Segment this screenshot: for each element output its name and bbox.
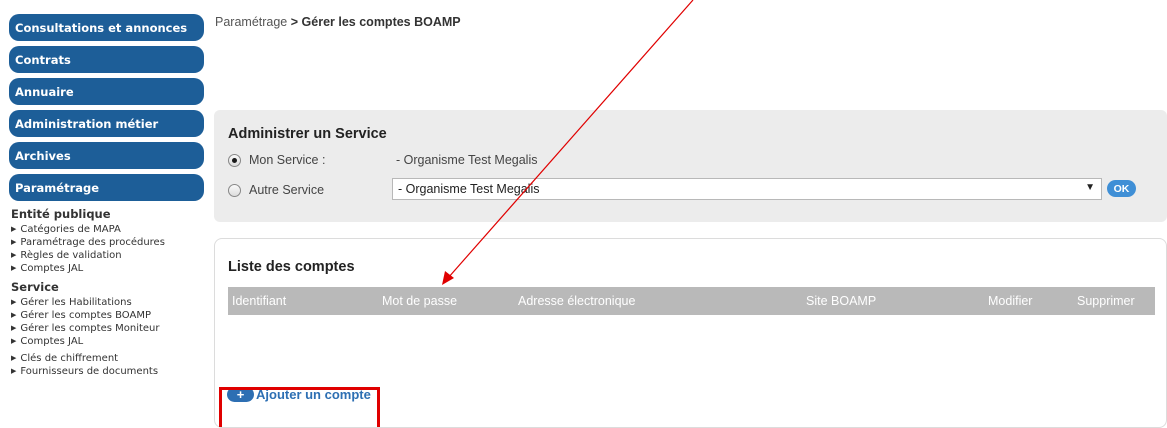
- annotation-overlay: [442, 0, 694, 285]
- annotation-arrow-line: [447, 0, 694, 279]
